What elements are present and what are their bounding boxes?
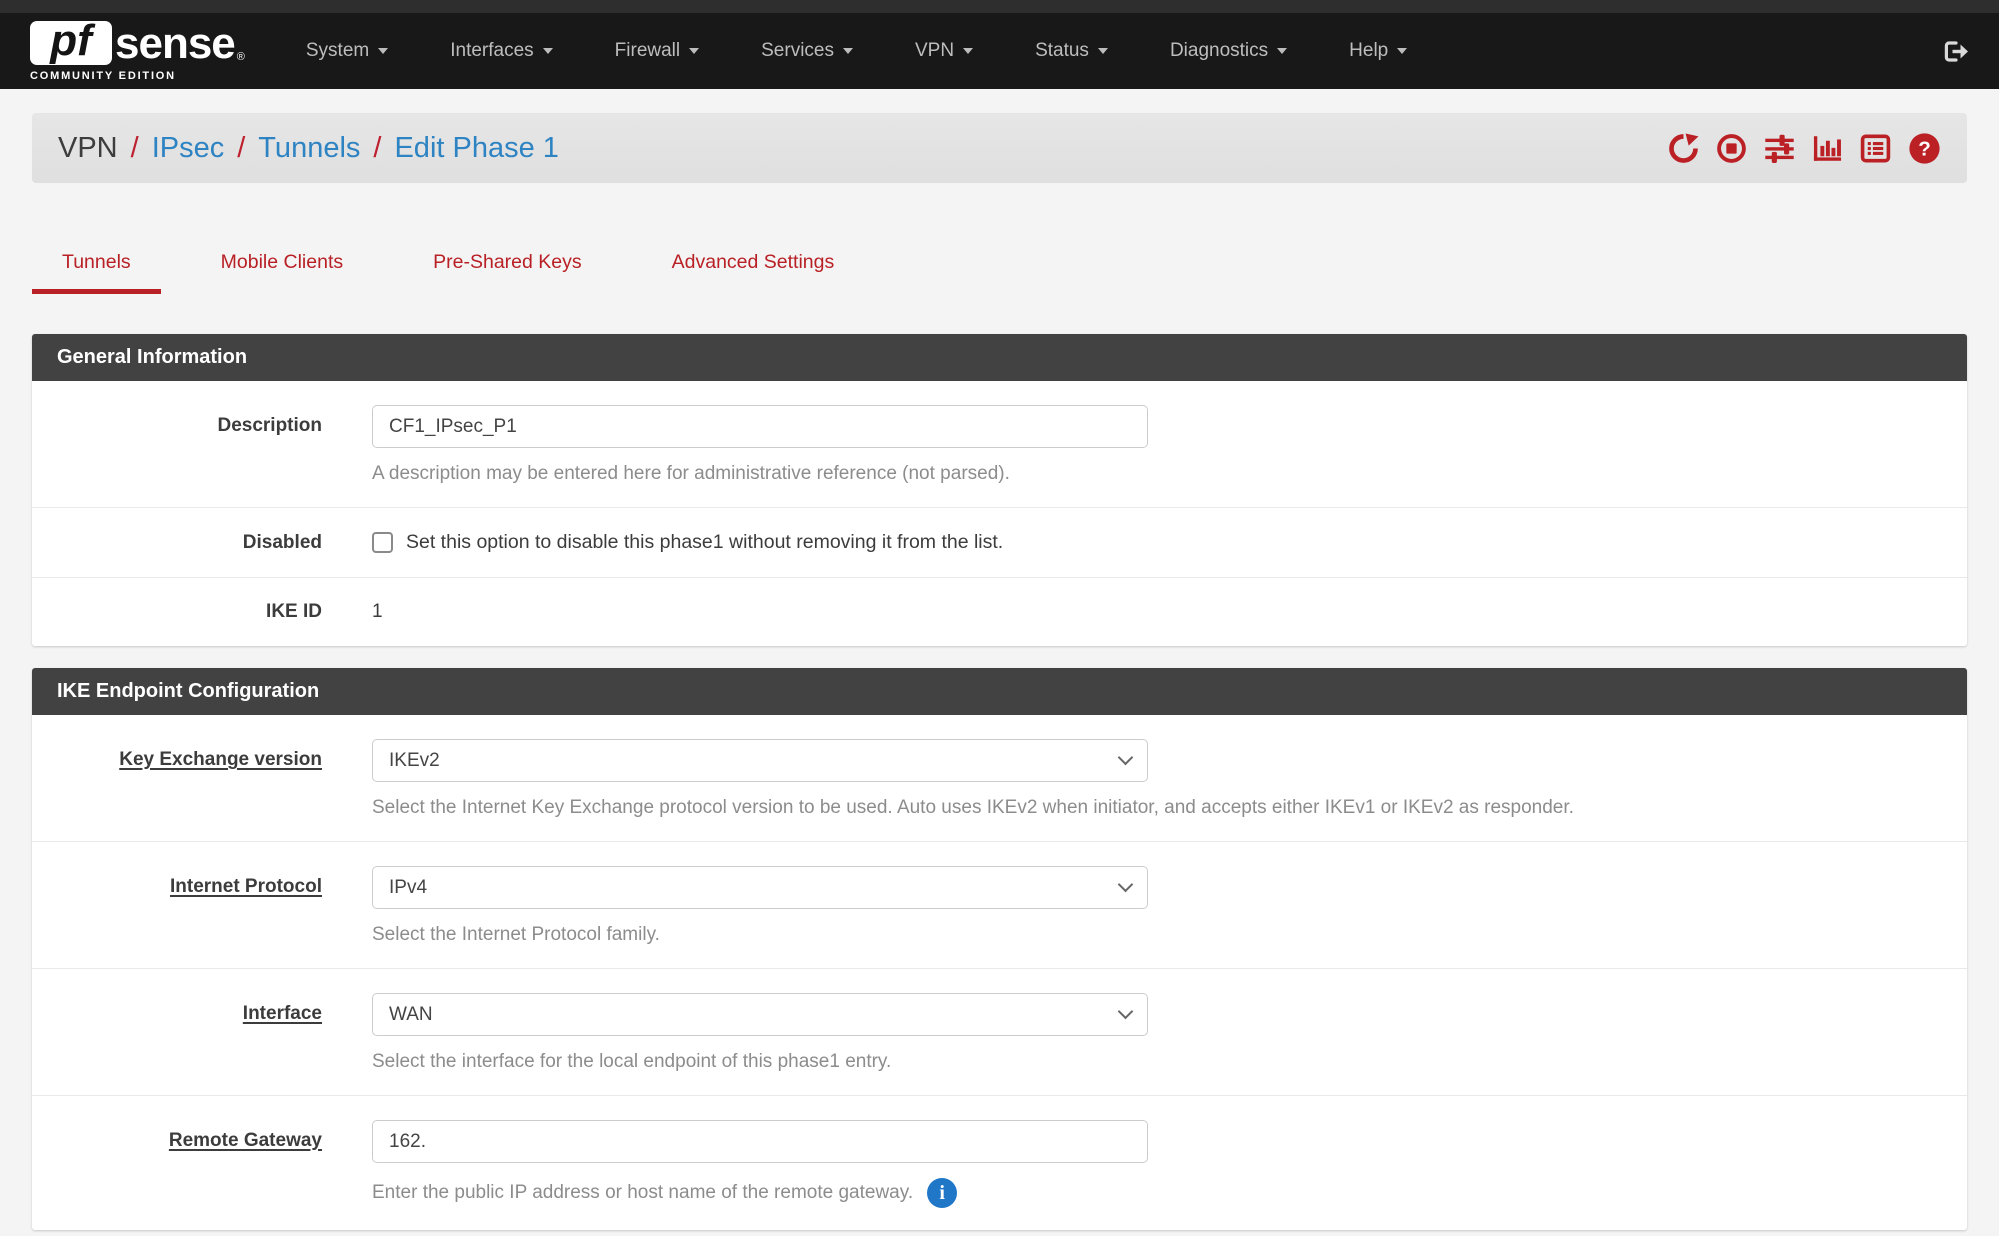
chevron-down-icon <box>1277 48 1287 54</box>
nav-item-status[interactable]: Status <box>1004 30 1139 72</box>
interface-help-text: Select the interface for the local endpo… <box>372 1051 1967 1073</box>
chevron-down-icon <box>1098 48 1108 54</box>
refresh-icon[interactable] <box>1668 133 1699 164</box>
sliders-icon[interactable] <box>1764 133 1795 164</box>
nav-item-services[interactable]: Services <box>730 30 884 72</box>
section-title: General Information <box>32 334 1967 381</box>
internet-protocol-select[interactable]: IPv4 <box>372 866 1148 909</box>
info-icon[interactable]: i <box>927 1178 957 1208</box>
chevron-down-icon <box>1118 877 1134 893</box>
remote-gateway-label: Remote Gateway <box>32 1120 322 1152</box>
section-ike-endpoint-configuration: IKE Endpoint Configuration Key Exchange … <box>32 668 1967 1230</box>
disabled-checkbox-label: Set this option to disable this phase1 w… <box>406 531 1003 554</box>
breadcrumb-separator: / <box>131 132 139 165</box>
tab-advanced-settings[interactable]: Advanced Settings <box>642 235 865 294</box>
svg-text:?: ? <box>1918 137 1931 160</box>
section-title: IKE Endpoint Configuration <box>32 668 1967 715</box>
page-action-icons: ? <box>1668 132 1941 165</box>
tab-mobile-clients[interactable]: Mobile Clients <box>191 235 373 294</box>
key-exchange-version-select[interactable]: IKEv2 <box>372 739 1148 782</box>
chevron-down-icon <box>963 48 973 54</box>
breadcrumb-vpn: VPN <box>58 132 118 165</box>
description-label: Description <box>32 405 322 437</box>
page-content: VPN / IPsec / Tunnels / Edit Phase 1 <box>0 113 1999 1230</box>
form-row-key-exchange-version: Key Exchange version IKEv2 Select the In… <box>32 715 1967 841</box>
internet-protocol-label: Internet Protocol <box>32 866 322 898</box>
form-row-internet-protocol: Internet Protocol IPv4 Select the Intern… <box>32 841 1967 968</box>
chevron-down-icon <box>543 48 553 54</box>
breadcrumb-edit-phase-1[interactable]: Edit Phase 1 <box>394 132 558 165</box>
ike-id-value: 1 <box>372 601 383 622</box>
chevron-down-icon <box>1397 48 1407 54</box>
chevron-down-icon <box>689 48 699 54</box>
community-edition-label: COMMUNITY EDITION <box>30 70 245 82</box>
pfsense-logo[interactable]: pf sense ® COMMUNITY EDITION <box>30 21 245 82</box>
main-menu: System Interfaces Firewall Services VPN … <box>275 30 1438 72</box>
internet-protocol-help-text: Select the Internet Protocol family. <box>372 924 1967 946</box>
chevron-down-icon <box>378 48 388 54</box>
ike-id-label: IKE ID <box>32 601 322 623</box>
form-row-interface: Interface WAN Select the interface for t… <box>32 968 1967 1095</box>
disabled-label: Disabled <box>32 532 322 554</box>
tab-bar: Tunnels Mobile Clients Pre-Shared Keys A… <box>32 235 1967 294</box>
list-icon[interactable] <box>1860 133 1891 164</box>
breadcrumb-bar: VPN / IPsec / Tunnels / Edit Phase 1 <box>32 113 1967 183</box>
breadcrumb: VPN / IPsec / Tunnels / Edit Phase 1 <box>58 132 559 165</box>
top-navbar: pf sense ® COMMUNITY EDITION System Inte… <box>0 13 1999 89</box>
nav-item-vpn[interactable]: VPN <box>884 30 1004 72</box>
nav-item-interfaces[interactable]: Interfaces <box>419 30 583 72</box>
remote-gateway-input[interactable] <box>372 1120 1148 1163</box>
pfsense-logo-mark: pf <box>30 21 112 65</box>
nav-item-firewall[interactable]: Firewall <box>584 30 730 72</box>
bar-chart-icon[interactable] <box>1812 133 1843 164</box>
description-help-text: A description may be entered here for ad… <box>372 463 1967 485</box>
help-icon[interactable]: ? <box>1908 132 1941 165</box>
interface-label: Interface <box>32 993 322 1025</box>
nav-item-system[interactable]: System <box>275 30 419 72</box>
breadcrumb-tunnels[interactable]: Tunnels <box>258 132 360 165</box>
description-input[interactable] <box>372 405 1148 448</box>
remote-gateway-help-text: Enter the public IP address or host name… <box>372 1182 913 1204</box>
breadcrumb-separator: / <box>373 132 381 165</box>
key-exchange-version-help-text: Select the Internet Key Exchange protoco… <box>372 797 1967 819</box>
form-row-description: Description A description may be entered… <box>32 381 1967 507</box>
nav-item-help[interactable]: Help <box>1318 30 1438 72</box>
section-general-information: General Information Description A descri… <box>32 334 1967 646</box>
breadcrumb-separator: / <box>237 132 245 165</box>
chevron-down-icon <box>843 48 853 54</box>
window-top-strip <box>0 0 1999 13</box>
chevron-down-icon <box>1118 750 1134 766</box>
tab-pre-shared-keys[interactable]: Pre-Shared Keys <box>403 235 612 294</box>
form-row-remote-gateway: Remote Gateway Enter the public IP addre… <box>32 1095 1967 1230</box>
nav-item-diagnostics[interactable]: Diagnostics <box>1139 30 1318 72</box>
tab-tunnels[interactable]: Tunnels <box>32 235 161 294</box>
form-row-disabled: Disabled Set this option to disable this… <box>32 507 1967 577</box>
key-exchange-version-label: Key Exchange version <box>32 739 322 771</box>
pfsense-logo-text: sense <box>115 24 235 64</box>
breadcrumb-ipsec[interactable]: IPsec <box>152 132 225 165</box>
disabled-checkbox[interactable] <box>372 532 393 553</box>
stop-circle-icon[interactable] <box>1716 133 1747 164</box>
sign-out-icon[interactable] <box>1942 39 1969 64</box>
chevron-down-icon <box>1118 1004 1134 1020</box>
registered-mark: ® <box>237 51 245 63</box>
form-row-ike-id: IKE ID 1 <box>32 577 1967 646</box>
interface-select[interactable]: WAN <box>372 993 1148 1036</box>
